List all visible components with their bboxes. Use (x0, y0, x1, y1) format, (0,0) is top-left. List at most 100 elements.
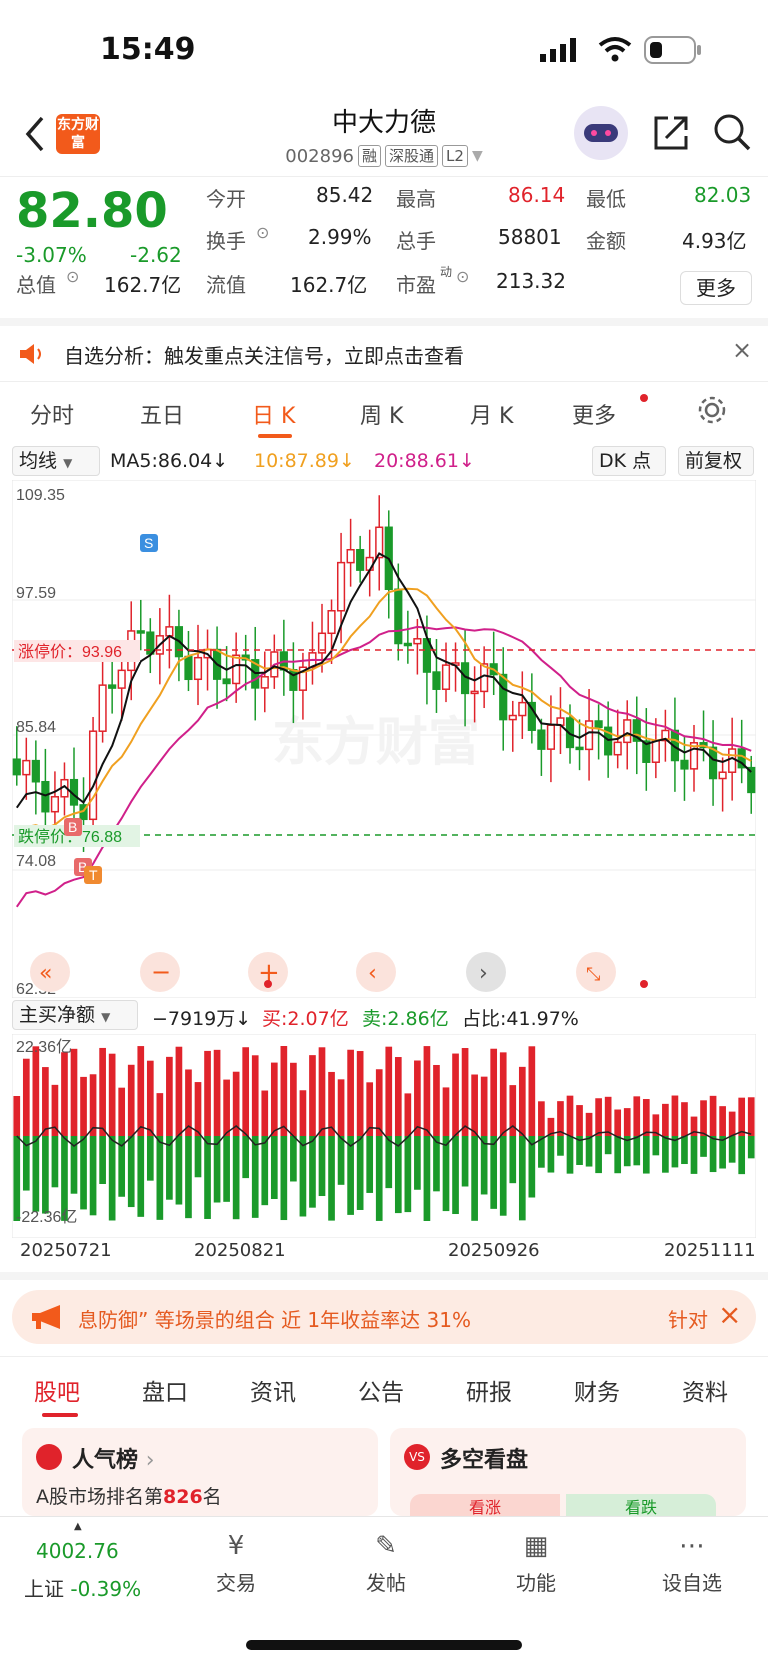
sell-bar (595, 1136, 602, 1174)
low-value: 82.03 (694, 183, 752, 207)
ma5-value: MA5:86.04↓ (110, 450, 229, 472)
buy-bar (108, 1053, 116, 1136)
sell-bar (108, 1136, 116, 1221)
net-flow-chart[interactable]: 22.36亿 -22.36亿 (11, 1033, 757, 1239)
float-label: 流值 (206, 273, 246, 297)
buy-bar (156, 1093, 164, 1136)
tag-margin: 融 (358, 145, 382, 167)
more-button[interactable]: 更多 (680, 271, 752, 305)
sell-bar (146, 1136, 154, 1181)
buy-bar (337, 1079, 345, 1136)
candle-body (403, 642, 412, 647)
float-value: 162.7亿 (290, 273, 368, 297)
buy-bar (747, 1097, 755, 1136)
index-value[interactable]: 4002.76 (36, 1539, 119, 1563)
buy-bar (146, 1060, 154, 1136)
nav-trade[interactable]: ¥ 交易 (176, 1531, 296, 1596)
buy-bar (261, 1090, 269, 1136)
candle-body (584, 720, 594, 751)
buy-bar (251, 1055, 259, 1136)
nav-add-watchlist[interactable]: ⋯ 设自选 (632, 1531, 752, 1596)
open-value: 85.42 (316, 183, 374, 207)
ratio-value: 占比:41.97% (462, 1008, 579, 1030)
dk-point-toggle[interactable]: DK 点 (592, 446, 666, 476)
kline-chart[interactable]: 东方财富 109.35 97.59 85.84 74.08 62.32 涨停价：… (11, 479, 757, 999)
svg-text:−: − (151, 958, 171, 986)
info-icon[interactable]: ⊙ (456, 267, 469, 286)
nav-functions[interactable]: ▦ 功能 (476, 1531, 596, 1596)
duokong-card[interactable]: VS 多空看盘 看涨 看跌 (390, 1428, 746, 1517)
current-price: 82.80 (16, 183, 168, 239)
fall-button[interactable]: 看跌 (566, 1494, 716, 1517)
sell-bar (614, 1136, 622, 1174)
tab-research[interactable]: 研报 (466, 1373, 512, 1407)
share-icon[interactable] (652, 114, 690, 152)
ma20-value: 20:88.61↓ (374, 450, 475, 472)
turnover-value: 2.99% (308, 225, 372, 249)
buy-bar (375, 1069, 383, 1136)
sell-bar (232, 1136, 240, 1220)
sell-bar (404, 1136, 412, 1213)
tab-weekly-k[interactable]: 周 K (360, 398, 403, 430)
tab-monthly-k[interactable]: 月 K (470, 398, 513, 430)
tab-forum[interactable]: 股吧 (34, 1373, 80, 1407)
search-icon[interactable] (712, 112, 752, 152)
tab-daily-k[interactable]: 日 K (252, 398, 295, 430)
gear-icon[interactable] (696, 394, 728, 426)
content-cards: 人气榜 › A股市场排名第826名 VS 多空看盘 看涨 看跌 (0, 1420, 768, 1517)
buy-bar (32, 1046, 40, 1136)
tab-intraday[interactable]: 分时 (30, 398, 74, 430)
info-icon[interactable]: ⊙ (256, 223, 269, 242)
buy-bar (490, 1048, 498, 1136)
tab-profile[interactable]: 资料 (682, 1373, 728, 1407)
candle-body (518, 701, 527, 717)
buy-bar (213, 1049, 221, 1136)
open-label: 今开 (206, 187, 246, 211)
analysis-notice[interactable]: 自选分析：触发重点关注信号，立即点击查看 × (0, 318, 768, 382)
tab-finance[interactable]: 财务 (574, 1373, 620, 1407)
close-icon[interactable]: × (732, 336, 752, 364)
sell-bar (328, 1136, 335, 1221)
tab-orderbook[interactable]: 盘口 (142, 1373, 188, 1407)
sell-bar (690, 1136, 698, 1174)
close-icon[interactable]: × (718, 1298, 741, 1331)
nav-post[interactable]: ✎ 发帖 (326, 1531, 446, 1596)
banner-text: 息防御” 等场景的组合 近 1年收益率达 31% (78, 1308, 471, 1332)
buy-bar (576, 1105, 583, 1136)
sell-bar (633, 1136, 641, 1166)
buy-bar (242, 1047, 250, 1136)
adjust-selector[interactable]: 前复权 (678, 446, 754, 476)
limit-up-label: 涨停价：93.96 (18, 643, 122, 661)
tab-five-day[interactable]: 五日 (140, 398, 184, 430)
popular-card[interactable]: 人气榜 › A股市场排名第826名 (22, 1428, 378, 1516)
sell-bar (261, 1136, 269, 1206)
index-summary[interactable]: 上证 -0.39% (24, 1573, 141, 1602)
buy-bar (442, 1087, 450, 1136)
date-axis: 20250721 20250821 20250926 20251111 (0, 1238, 768, 1268)
assistant-avatar[interactable] (574, 106, 628, 160)
up-caret-icon: ▲ (74, 1521, 82, 1532)
tab-announcements[interactable]: 公告 (358, 1373, 404, 1407)
change-value: -2.62 (130, 243, 182, 267)
sell-bar (385, 1136, 393, 1189)
candle-body (708, 746, 718, 780)
buy-bar (280, 1046, 288, 1136)
sell-bar (394, 1136, 402, 1214)
indicator-selector[interactable]: 均线 ▼ (12, 446, 100, 476)
buy-bar (433, 1064, 440, 1136)
candle-body (88, 730, 98, 821)
info-icon[interactable]: ⊙ (66, 267, 79, 286)
buy-bar (204, 1050, 211, 1136)
volume-selector[interactable]: 主买净额 ▼ (12, 1000, 138, 1030)
amount-value: 4.93亿 (682, 229, 747, 253)
candle-body (441, 664, 451, 690)
rise-button[interactable]: 看涨 (410, 1494, 560, 1517)
promo-banner[interactable]: 息防御” 等场景的组合 近 1年收益率达 31% 针对 × (12, 1290, 756, 1344)
change-pct: -3.07% (16, 243, 87, 267)
sell-bar (747, 1136, 755, 1159)
sell-bar (42, 1136, 49, 1214)
tab-news[interactable]: 资讯 (250, 1373, 296, 1407)
tab-more[interactable]: 更多 (572, 398, 616, 430)
buy-bar (328, 1071, 335, 1136)
candle-body (12, 758, 21, 776)
